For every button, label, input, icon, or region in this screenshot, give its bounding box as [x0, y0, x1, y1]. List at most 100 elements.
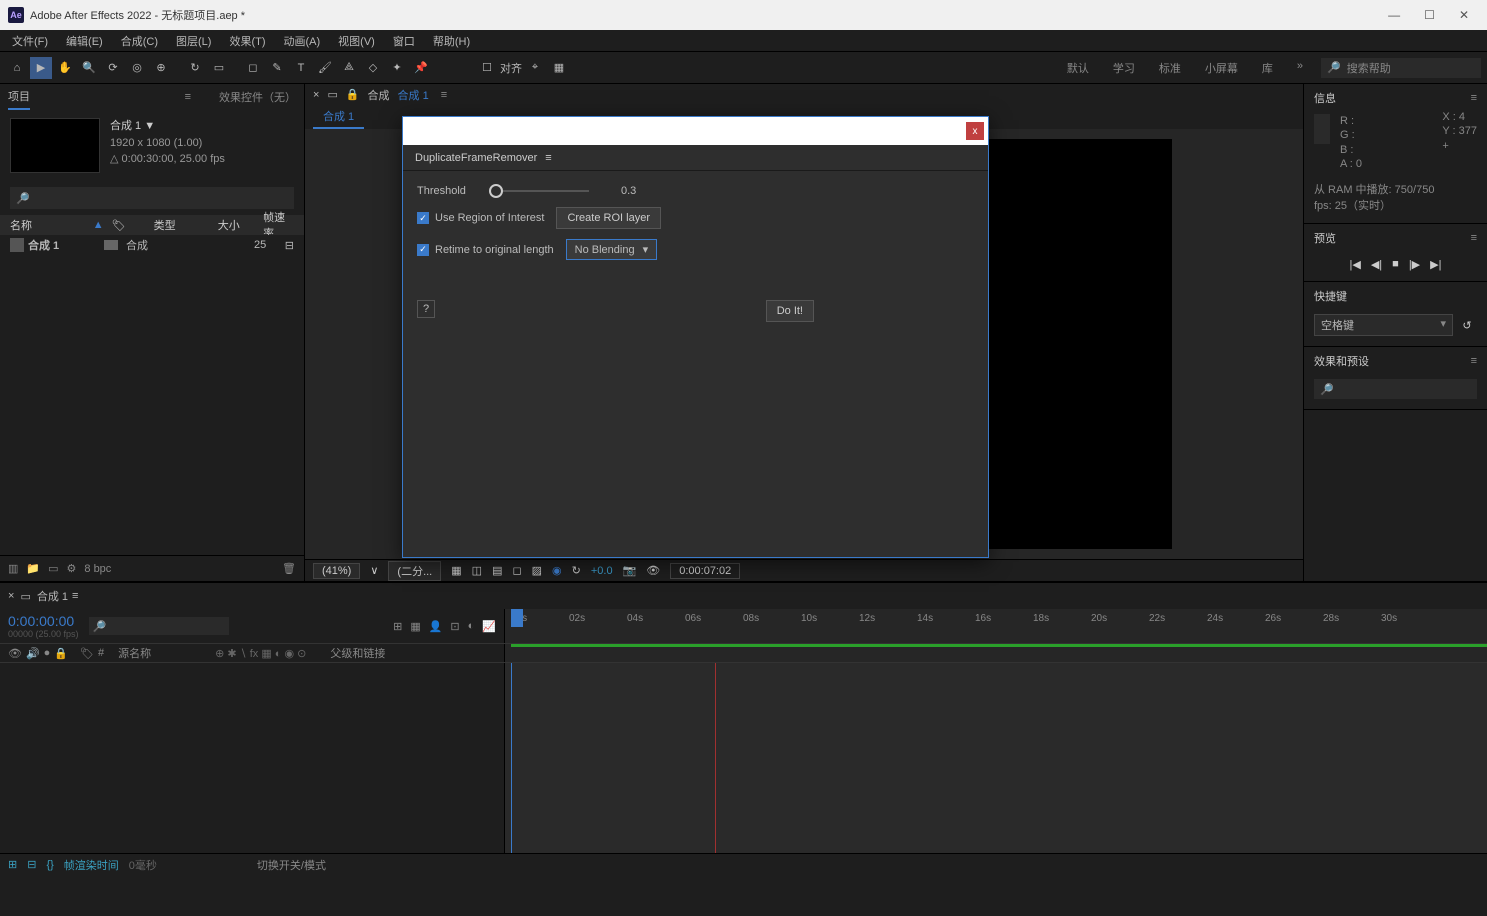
dialog-titlebar[interactable]: x: [403, 117, 988, 145]
workspace-libraries[interactable]: 库: [1262, 60, 1273, 76]
new-comp-icon[interactable]: ▭: [48, 562, 58, 575]
new-folder-icon[interactable]: 📁: [26, 562, 40, 575]
timeline-search[interactable]: 🔎: [89, 617, 229, 635]
panel-menu-icon[interactable]: ≡: [1471, 92, 1477, 104]
sort-arrow-icon[interactable]: ▲: [93, 219, 104, 231]
project-search-input[interactable]: 🔎: [10, 187, 294, 209]
roi-icon[interactable]: ◻: [512, 564, 521, 577]
transparency-icon[interactable]: ▨: [532, 564, 542, 577]
col-name-header[interactable]: 名称: [10, 217, 85, 233]
dialog-close-button[interactable]: x: [966, 122, 984, 140]
zoom-tool-icon[interactable]: 🔍: [78, 57, 100, 79]
viewer-comp-name[interactable]: 合成 1: [398, 87, 429, 103]
maximize-button[interactable]: ☐: [1424, 8, 1435, 22]
workspace-standard[interactable]: 标准: [1159, 60, 1181, 76]
panel-menu-icon[interactable]: ≡: [545, 152, 551, 164]
zoom-dropdown[interactable]: (41%): [313, 563, 360, 579]
channel-icon[interactable]: ◉: [552, 564, 562, 577]
resolution-dropdown[interactable]: (二分...: [388, 561, 441, 581]
trash-icon[interactable]: 🗑: [282, 562, 296, 575]
motion-blur-icon[interactable]: ◐: [468, 620, 475, 633]
close-window-button[interactable]: ✕: [1459, 8, 1469, 22]
menu-layer[interactable]: 图层(L): [170, 31, 217, 51]
col-size-header[interactable]: 大小: [218, 217, 255, 233]
prev-frame-icon[interactable]: ◀|: [1371, 258, 1382, 271]
snap-icon[interactable]: ⌖: [524, 57, 546, 79]
shy-icon[interactable]: 👤: [429, 620, 443, 633]
grid-icon[interactable]: ▦: [451, 564, 461, 577]
puppet-tool-icon[interactable]: 📌: [410, 57, 432, 79]
solo-icon[interactable]: ●: [44, 647, 51, 659]
snapshot-icon[interactable]: 📷: [623, 564, 637, 577]
type-tool-icon[interactable]: T: [290, 57, 312, 79]
do-it-button[interactable]: Do It!: [766, 300, 814, 322]
audio-icon[interactable]: 🔊: [26, 647, 40, 660]
toggle-in-out-icon[interactable]: {}: [46, 859, 53, 871]
label-icon[interactable]: 🏷: [80, 647, 94, 660]
frame-blend-icon[interactable]: ⊡: [450, 620, 459, 633]
reset-exposure-icon[interactable]: ↻: [572, 564, 581, 577]
menu-effect[interactable]: 效果(T): [223, 31, 271, 51]
time-ruler[interactable]: 00s02s04s06s08s10s12s14s16s18s20s22s24s2…: [505, 609, 1487, 643]
preview-timecode[interactable]: 0:00:07:02: [670, 563, 740, 579]
search-help-input[interactable]: 🔎 搜索帮助: [1321, 58, 1481, 78]
comp-flowchart-icon[interactable]: ⊞: [393, 620, 402, 633]
panel-menu-icon[interactable]: ≡: [185, 91, 191, 103]
camera-tool-icon[interactable]: ◎: [126, 57, 148, 79]
flowchart-icon[interactable]: ⊟: [285, 239, 294, 252]
show-snapshot-icon[interactable]: 👁: [646, 564, 660, 577]
orbit-tool-icon[interactable]: ⟳: [102, 57, 124, 79]
graph-editor-icon[interactable]: 📈: [482, 620, 496, 633]
draft3d-icon[interactable]: ▦: [410, 620, 420, 633]
layer-list[interactable]: [0, 663, 505, 853]
threshold-slider[interactable]: [489, 190, 589, 192]
reset-icon[interactable]: ↺: [1457, 314, 1477, 336]
col-parent[interactable]: 父级和链接: [330, 645, 385, 661]
workspace-more[interactable]: »: [1297, 60, 1303, 76]
rotate-tool-icon[interactable]: ↻: [184, 57, 206, 79]
interpret-footage-icon[interactable]: ▥: [8, 562, 18, 575]
roto-tool-icon[interactable]: ✦: [386, 57, 408, 79]
bpc-label[interactable]: 8 bpc: [84, 563, 111, 575]
menu-edit[interactable]: 编辑(E): [60, 31, 109, 51]
eye-icon[interactable]: 👁: [8, 647, 22, 660]
project-tab[interactable]: 项目: [8, 84, 30, 110]
panel-menu-icon[interactable]: ≡: [441, 89, 447, 101]
snap-grid-icon[interactable]: ▦: [548, 57, 570, 79]
help-button[interactable]: ?: [417, 300, 435, 318]
playhead-line[interactable]: [511, 663, 512, 853]
current-time[interactable]: 0:00:00:00: [8, 613, 79, 629]
use-roi-checkbox[interactable]: ✓ Use Region of Interest: [417, 212, 544, 224]
toggle-switches-icon[interactable]: ⊞: [8, 858, 17, 871]
fx-search-input[interactable]: 🔎: [1314, 379, 1477, 399]
close-tab-icon[interactable]: ×: [313, 89, 319, 101]
pen-tool-icon[interactable]: ✎: [266, 57, 288, 79]
retime-checkbox[interactable]: ✓ Retime to original length: [417, 244, 554, 256]
brush-tool-icon[interactable]: 🖌: [314, 57, 336, 79]
playhead-icon[interactable]: [511, 609, 523, 627]
slider-thumb[interactable]: [489, 184, 503, 198]
mask-icon[interactable]: ◫: [472, 564, 482, 577]
create-roi-button[interactable]: Create ROI layer: [556, 207, 661, 229]
selection-tool-icon[interactable]: ▶: [30, 57, 52, 79]
threshold-value[interactable]: 0.3: [621, 185, 636, 197]
project-settings-icon[interactable]: ⚙: [67, 562, 77, 575]
col-source-name[interactable]: 源名称: [118, 645, 151, 661]
guides-icon[interactable]: ▤: [492, 564, 502, 577]
timeline-tab[interactable]: 合成 1: [37, 588, 68, 604]
menu-animation[interactable]: 动画(A): [278, 31, 327, 51]
col-type-header[interactable]: 类型: [154, 217, 210, 233]
timeline-tracks[interactable]: [505, 663, 1487, 853]
panel-menu-icon[interactable]: ≡: [1471, 355, 1477, 367]
menu-view[interactable]: 视图(V): [332, 31, 381, 51]
hand-tool-icon[interactable]: ✋: [54, 57, 76, 79]
first-frame-icon[interactable]: |◀: [1350, 258, 1361, 271]
clone-tool-icon[interactable]: ⟁: [338, 57, 360, 79]
home-icon[interactable]: ⌂: [6, 57, 28, 79]
pan-behind-tool-icon[interactable]: ⊕: [150, 57, 172, 79]
comp-name[interactable]: 合成 1 ▼: [110, 118, 225, 135]
eraser-tool-icon[interactable]: ◇: [362, 57, 384, 79]
lock-icon[interactable]: 🔒: [54, 647, 68, 660]
workspace-default[interactable]: 默认: [1067, 60, 1089, 76]
toggle-modes-icon[interactable]: ⊟: [27, 858, 36, 871]
